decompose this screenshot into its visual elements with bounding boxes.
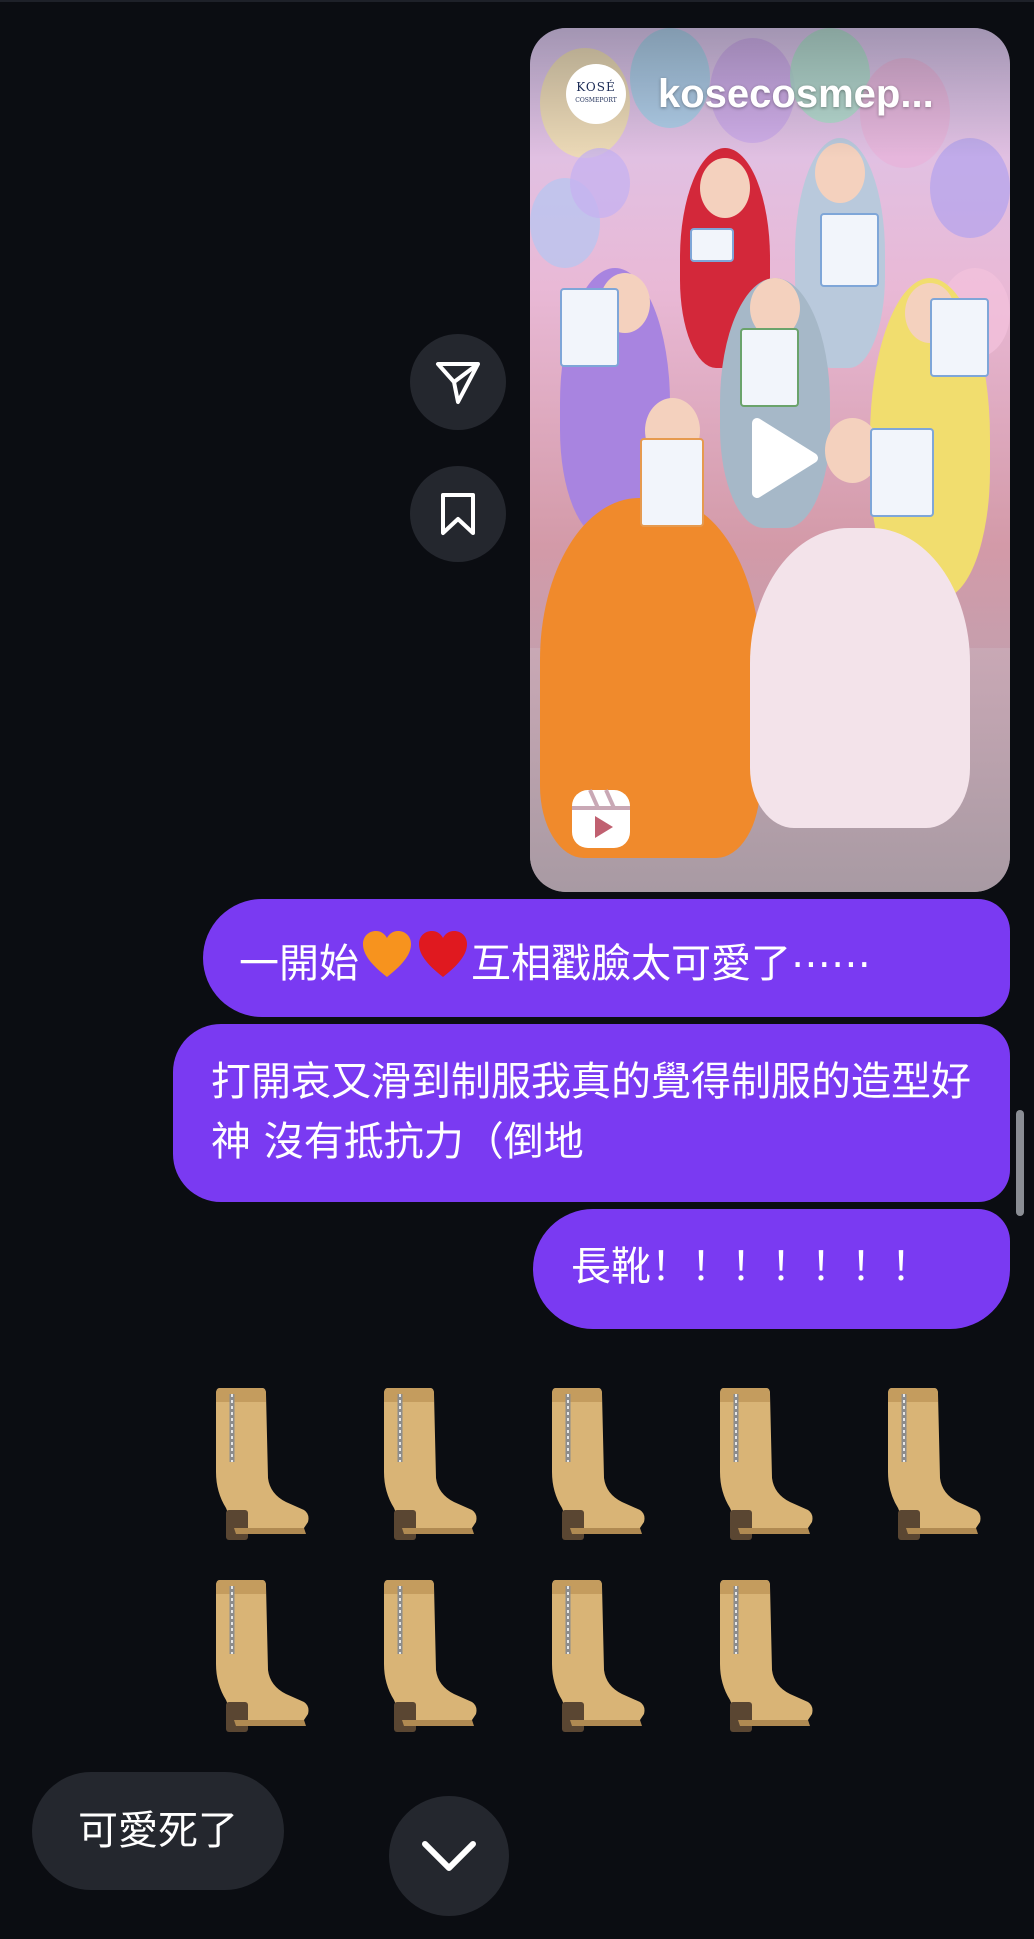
pink-dress xyxy=(750,528,970,828)
product-pack xyxy=(930,298,989,377)
sent-message[interactable]: 一開始 互相戳臉太可愛了⋯⋯ xyxy=(203,899,1010,1017)
boot-emoji xyxy=(384,1580,477,1732)
sent-message[interactable]: 打開哀又滑到制服我真的覺得制服的造型好神 沒有抵抗力（倒地 xyxy=(173,1024,1010,1202)
face xyxy=(700,158,750,218)
product-pack xyxy=(690,228,734,262)
product-pack xyxy=(740,328,799,407)
red-heart-emoji xyxy=(419,931,467,977)
scroll-to-bottom-button[interactable] xyxy=(389,1796,509,1916)
product-pack xyxy=(560,288,619,367)
avatar-brand-subtext: COSMEPORT xyxy=(575,97,617,104)
product-pack xyxy=(640,438,704,527)
boot-emoji xyxy=(216,1580,309,1732)
save-button[interactable] xyxy=(410,466,506,562)
product-pack xyxy=(870,428,934,517)
message-text: 可愛死了 xyxy=(78,1808,238,1854)
message-text: 長靴！！！！！！！ xyxy=(571,1244,931,1290)
reels-icon xyxy=(572,789,630,848)
account-avatar[interactable]: KOSÉ COSMEPORT xyxy=(566,64,626,124)
boot-emoji xyxy=(552,1388,645,1540)
boot-emoji xyxy=(552,1580,645,1732)
paper-plane-icon xyxy=(436,362,480,404)
received-message[interactable]: 可愛死了 xyxy=(32,1772,284,1890)
boot-emoji xyxy=(384,1388,477,1540)
shared-reel-card[interactable]: KOSÉ COSMEPORT kosecosmep... xyxy=(530,28,1010,892)
orange-heart-emoji xyxy=(363,931,411,977)
chevron-down-icon xyxy=(422,1841,476,1871)
boot-emoji xyxy=(720,1388,813,1540)
sent-message[interactable]: 長靴！！！！！！！ xyxy=(533,1209,1010,1329)
scrollbar-thumb[interactable] xyxy=(1016,1110,1024,1216)
boot-emoji xyxy=(888,1388,981,1540)
boot-emoji xyxy=(216,1388,309,1540)
message-text: 互相戳臉太可愛了⋯⋯ xyxy=(471,941,871,987)
message-text: 打開哀又滑到制服我真的覺得制服的造型好神 沒有抵抗力（倒地 xyxy=(211,1059,971,1165)
avatar-brand-text: KOSÉ xyxy=(576,80,616,94)
play-icon[interactable] xyxy=(735,413,825,503)
share-button[interactable] xyxy=(410,334,506,430)
account-name[interactable]: kosecosmep... xyxy=(658,72,934,117)
bookmark-icon xyxy=(441,493,475,535)
message-text: 一開始 xyxy=(239,941,359,987)
product-pack xyxy=(820,213,879,287)
balloon xyxy=(570,148,630,218)
boot-emoji xyxy=(720,1580,813,1732)
top-divider xyxy=(0,0,1034,2)
